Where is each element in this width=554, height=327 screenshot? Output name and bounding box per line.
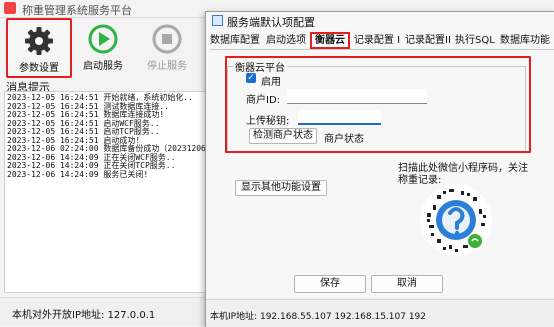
params-settings-button[interactable]: 参数设置 <box>6 18 72 78</box>
show-other-settings-button[interactable]: 显示其他功能设置 <box>235 180 327 196</box>
dialog-title: 服务端默认项配置 <box>227 16 315 29</box>
tab-startup-options[interactable]: 启动选项 <box>262 33 310 49</box>
gear-icon <box>25 27 53 55</box>
tab-record-config-1[interactable]: 记录配置 I <box>352 33 402 49</box>
stop-service-button[interactable]: 停止服务 <box>136 18 198 74</box>
tab-bar: 数据库配置 启动选项 衡器云 记录配置 I 记录配置II 执行SQL 数据库功能 <box>210 32 554 49</box>
play-icon <box>88 24 118 54</box>
merchant-id-input[interactable] <box>287 89 427 104</box>
cancel-button[interactable]: 取消 <box>371 275 443 293</box>
tab-weighing-cloud[interactable]: 衡器云 <box>310 32 350 49</box>
tab-record-config-2[interactable]: 记录配置II <box>403 33 453 49</box>
save-button[interactable]: 保存 <box>294 275 366 293</box>
stop-icon <box>152 24 182 54</box>
tab-execute-sql[interactable]: 执行SQL <box>455 33 495 49</box>
tab-database-config[interactable]: 数据库配置 <box>210 33 260 49</box>
dialog-status-bar: 本机IP地址: 192.168.55.107 192.168.15.107 19… <box>206 299 554 327</box>
merchant-status-text: 商户状态 <box>324 134 364 145</box>
app-icon <box>4 2 16 14</box>
upload-secret-input[interactable] <box>298 110 381 125</box>
params-settings-label: 参数设置 <box>19 63 59 74</box>
main-window-title: 称重管理系统服务平台 <box>22 4 132 17</box>
start-service-button[interactable]: 启动服务 <box>72 18 134 74</box>
check-merchant-status-button[interactable]: 检测商户状态 <box>249 128 317 144</box>
open-ip-text: 本机对外开放IP地址: 127.0.0.1 <box>12 310 156 321</box>
mini-program-qr-code <box>420 184 492 256</box>
tab-divider <box>210 49 554 50</box>
local-ip-text: 本机IP地址: 192.168.55.107 192.168.15.107 19… <box>210 312 427 322</box>
start-service-label: 启动服务 <box>83 61 123 72</box>
upload-secret-label: 上传秘钥: <box>246 116 290 127</box>
merchant-id-label: 商户ID: <box>246 95 281 106</box>
tab-database-functions[interactable]: 数据库功能 <box>495 33 554 49</box>
window-icon <box>212 15 223 26</box>
enable-label: 启用 <box>261 77 281 88</box>
enable-checkbox[interactable]: ✓ <box>246 73 256 83</box>
message-log[interactable]: 2023-12-05 16:24:51 开始就绪，系统初始化.. 2023-12… <box>4 91 216 293</box>
log-line: 2023-12-06 14:24:09 服务已关闭! <box>7 169 149 179</box>
dialog-titlebar: 服务端默认项配置 <box>206 12 554 30</box>
server-config-dialog: 服务端默认项配置 数据库配置 启动选项 衡器云 记录配置 I 记录配置II 执行… <box>205 11 554 327</box>
stop-service-label: 停止服务 <box>147 61 187 72</box>
